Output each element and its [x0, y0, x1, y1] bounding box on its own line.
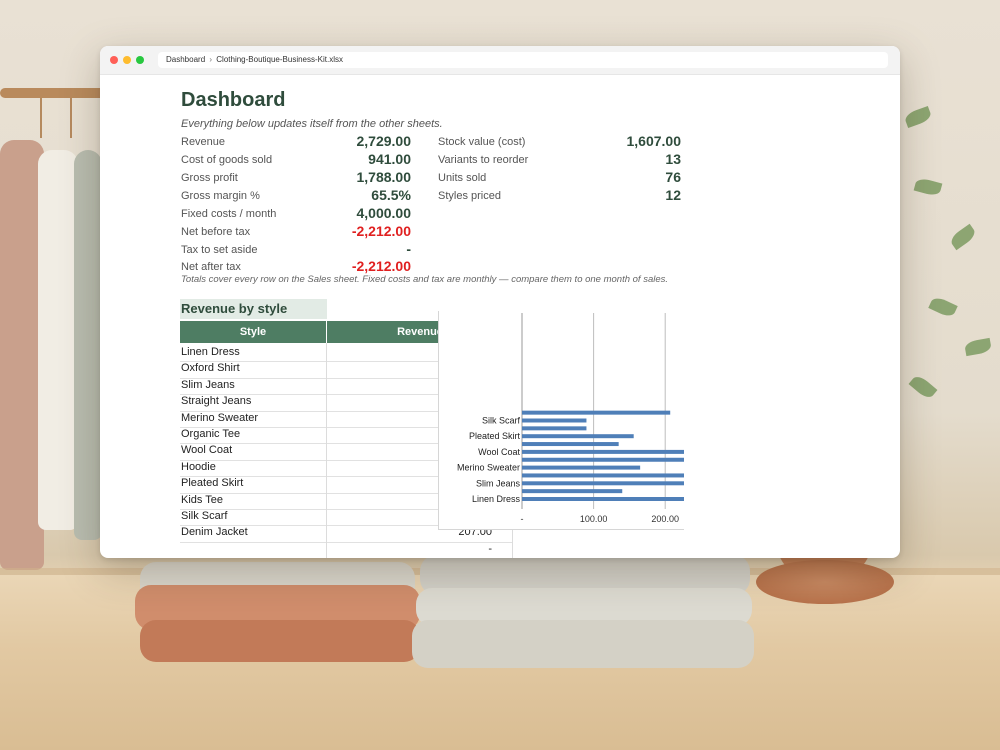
section-title: Revenue by style	[180, 299, 327, 319]
revenue-by-style-chart[interactable]: - 100.00 200.00 Linen Dress Slim Jeans Merino…	[438, 311, 684, 530]
page-subtitle: Everything below updates itself from the…	[181, 118, 443, 130]
kpi-label: Fixed costs / month	[181, 208, 277, 220]
kpi-label: Units sold	[438, 172, 487, 184]
footnote: Totals cover every row on the Sales shee…	[181, 274, 669, 285]
plant-saucer	[756, 560, 894, 604]
hanger	[70, 98, 72, 138]
kpi-value[interactable]: 4,000.00	[311, 205, 412, 221]
column-header-style[interactable]: Style	[180, 321, 326, 343]
folded-sweater	[412, 620, 754, 668]
bar	[522, 449, 684, 454]
bar	[522, 442, 619, 447]
kpi-label: Variants to reorder	[438, 154, 529, 166]
kpi-value[interactable]: 1,607.00	[581, 133, 682, 149]
x-tick-label: -	[521, 514, 524, 524]
kpi-value[interactable]: 941.00	[311, 151, 411, 167]
category-label: Wool Coat	[478, 447, 520, 457]
style-cell[interactable]: Straight Jeans	[181, 395, 251, 407]
plant-leaf	[928, 295, 958, 319]
plant-leaf	[948, 223, 978, 251]
style-cell[interactable]: Pleated Skirt	[181, 477, 243, 489]
category-label: Linen Dress	[472, 494, 521, 504]
kpi-label: Tax to set aside	[181, 244, 258, 256]
folded-sweater	[140, 620, 420, 662]
style-cell[interactable]: Denim Jacket	[181, 526, 248, 538]
bar	[522, 473, 684, 478]
bar	[522, 418, 587, 423]
x-tick-label: 100.00	[580, 514, 608, 524]
bar	[522, 457, 684, 462]
plant-leaf	[963, 337, 993, 357]
style-cell[interactable]: Wool Coat	[181, 444, 232, 456]
bar	[522, 497, 684, 501]
kpi-label: Stock value (cost)	[438, 136, 526, 148]
revenue-cell[interactable]: -	[327, 543, 492, 555]
style-cell[interactable]: Kids Tee	[181, 494, 223, 506]
bar	[522, 465, 641, 470]
kpi-label: Revenue	[181, 136, 226, 148]
bar	[522, 481, 684, 486]
hanger	[40, 98, 42, 138]
style-cell[interactable]: Slim Jeans	[181, 379, 235, 391]
breadcrumb-file[interactable]: Clothing-Boutique-Business-Kit.xlsx	[216, 55, 343, 64]
table-row[interactable]: -	[180, 542, 513, 558]
kpi-value[interactable]: -	[311, 241, 411, 257]
x-tick-label: 200.00	[651, 514, 679, 524]
page-title: Dashboard	[181, 89, 286, 111]
minimize-window-button[interactable]	[123, 56, 131, 64]
kpi-label: Styles priced	[438, 190, 501, 202]
category-label: Slim Jeans	[476, 478, 521, 488]
category-label: Merino Sweater	[457, 463, 520, 473]
spreadsheet-window: Dashboard › Clothing-Boutique-Business-K…	[100, 46, 900, 558]
kpi-value-negative[interactable]: -2,212.00	[311, 258, 411, 274]
bar	[522, 489, 623, 494]
style-cell[interactable]: Linen Dress	[181, 346, 240, 358]
kpi-label: Net after tax	[181, 261, 241, 273]
kpi-label: Net before tax	[181, 226, 251, 238]
grey-garment	[74, 150, 102, 540]
column-divider	[326, 343, 327, 558]
kpi-value[interactable]: 13	[581, 151, 681, 167]
category-label: Pleated Skirt	[469, 431, 521, 441]
breadcrumb-separator: ›	[209, 55, 213, 64]
plant-leaf	[908, 373, 938, 401]
style-cell[interactable]: Hoodie	[181, 461, 216, 473]
bar	[522, 434, 634, 439]
kpi-value[interactable]: 12	[581, 187, 681, 203]
kpi-label: Cost of goods sold	[181, 154, 273, 166]
kpi-value[interactable]: 1,788.00	[311, 169, 412, 185]
close-window-button[interactable]	[110, 56, 118, 64]
category-label: Silk Scarf	[482, 416, 521, 426]
bar	[522, 410, 671, 415]
style-cell[interactable]: Organic Tee	[181, 428, 240, 440]
style-cell[interactable]: Merino Sweater	[181, 412, 258, 424]
style-cell[interactable]: Oxford Shirt	[181, 362, 240, 374]
kpi-value[interactable]: 65.5%	[311, 187, 411, 203]
kpi-label: Gross margin %	[181, 190, 260, 202]
kpi-value[interactable]: 2,729.00	[311, 133, 412, 149]
plant-leaf	[903, 105, 933, 129]
maximize-window-button[interactable]	[136, 56, 144, 64]
window-titlebar: Dashboard › Clothing-Boutique-Business-K…	[100, 46, 900, 75]
cream-garment	[38, 150, 78, 530]
address-bar[interactable]: Dashboard › Clothing-Boutique-Business-K…	[158, 52, 888, 68]
style-cell[interactable]: Silk Scarf	[181, 510, 227, 522]
dashboard-sheet: Dashboard Everything below updates itsel…	[100, 75, 900, 558]
bar	[522, 426, 587, 431]
kpi-label: Gross profit	[181, 172, 238, 184]
kpi-value[interactable]: 76	[581, 169, 681, 185]
kpi-value-negative[interactable]: -2,212.00	[311, 223, 411, 239]
plant-leaf	[913, 176, 943, 198]
breadcrumb-sheet[interactable]: Dashboard	[166, 55, 205, 64]
chart-svg: - 100.00 200.00 Linen Dress Slim Jeans Merino…	[457, 313, 684, 524]
